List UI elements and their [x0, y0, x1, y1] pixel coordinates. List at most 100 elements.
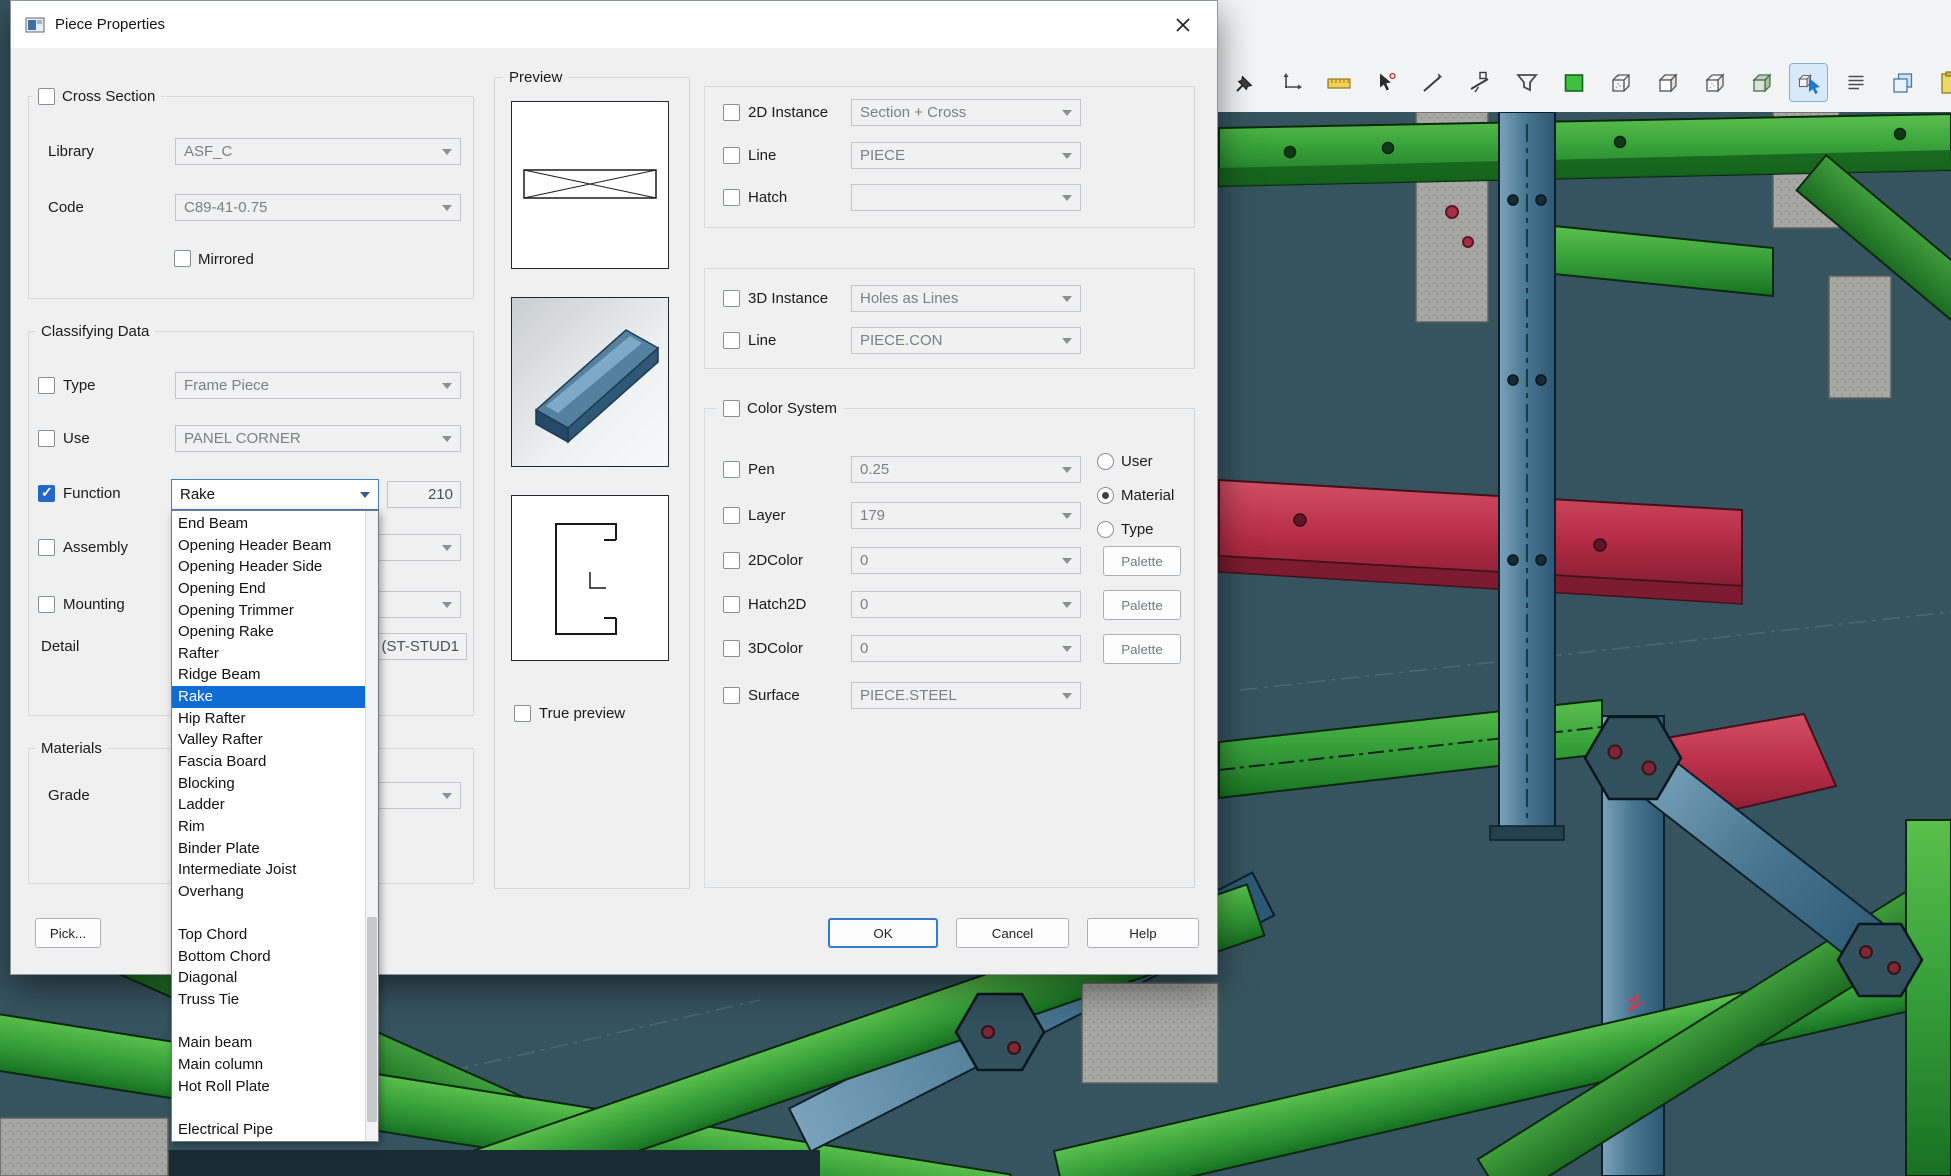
line2d-checkbox[interactable] — [723, 147, 740, 164]
function-option-ladder[interactable]: Ladder — [172, 794, 366, 816]
function-option-opening-end[interactable]: Opening End — [172, 578, 366, 600]
function-option-blank[interactable] — [172, 1097, 366, 1119]
function-option-overhang[interactable]: Overhang — [172, 881, 366, 903]
line3d-select[interactable]: PIECE.CON — [851, 327, 1081, 354]
function-option-blank[interactable] — [172, 1011, 366, 1033]
function-option-blank[interactable] — [172, 903, 366, 925]
offset-reference-icon[interactable] — [1273, 64, 1310, 101]
filter-icon[interactable] — [1508, 64, 1545, 101]
function-option-rafter[interactable]: Rafter — [172, 643, 366, 665]
select-element-icon[interactable] — [1790, 64, 1827, 101]
palette-hatch2d-button[interactable]: Palette — [1103, 590, 1181, 620]
color3d-select[interactable]: 0 — [851, 635, 1081, 662]
color2d-label: 2DColor — [748, 551, 803, 571]
draw-line-icon[interactable] — [1414, 64, 1451, 101]
function-option-intermediate-joist[interactable]: Intermediate Joist — [172, 859, 366, 881]
wireframe-box-icon[interactable] — [1602, 64, 1639, 101]
help-button[interactable]: Help — [1087, 918, 1199, 948]
code-select[interactable]: C89-41-0.75 — [175, 194, 461, 221]
function-option-opening-header-side[interactable]: Opening Header Side — [172, 556, 366, 578]
function-option-ridge-beam[interactable]: Ridge Beam — [172, 664, 366, 686]
cross-section-checkbox[interactable] — [38, 88, 55, 105]
function-option-hip-rafter[interactable]: Hip Rafter — [172, 708, 366, 730]
function-option-main-beam[interactable]: Main beam — [172, 1032, 366, 1054]
ruler-icon[interactable] — [1320, 64, 1357, 101]
function-option-blocking[interactable]: Blocking — [172, 773, 366, 795]
type-select[interactable]: Frame Piece — [175, 372, 461, 399]
color-system-checkbox[interactable] — [723, 400, 740, 417]
layer-select[interactable]: 179 — [851, 502, 1081, 529]
report-list-icon[interactable] — [1837, 64, 1874, 101]
function-dropdown-list[interactable]: End BeamOpening Header BeamOpening Heade… — [171, 510, 379, 1142]
layer-copy-icon[interactable] — [1884, 64, 1921, 101]
hatch-checkbox[interactable] — [723, 189, 740, 206]
ok-button[interactable]: OK — [828, 918, 938, 948]
instance3d-select[interactable]: Holes as Lines — [851, 285, 1081, 312]
pen-select[interactable]: 0.25 — [851, 456, 1081, 483]
color2d-select[interactable]: 0 — [851, 547, 1081, 574]
function-option-rake[interactable]: Rake — [172, 686, 366, 708]
function-option-hot-roll-plate[interactable]: Hot Roll Plate — [172, 1076, 366, 1098]
true-preview-checkbox[interactable] — [514, 705, 531, 722]
type-checkbox[interactable] — [38, 377, 55, 394]
surface-select[interactable]: PIECE.STEEL — [851, 682, 1081, 709]
layer-checkbox[interactable] — [723, 507, 740, 524]
function-option-diagonal[interactable]: Diagonal — [172, 967, 366, 989]
function-option-electrical-pipe[interactable]: Electrical Pipe — [172, 1119, 366, 1141]
clipboard-icon[interactable] — [1931, 64, 1951, 101]
instance3d-checkbox[interactable] — [723, 290, 740, 307]
library-select[interactable]: ASF_C — [175, 138, 461, 165]
function-select[interactable]: Rake — [171, 479, 379, 510]
use-select[interactable]: PANEL CORNER — [175, 425, 461, 452]
pin-icon[interactable] — [1226, 64, 1263, 101]
mirrored-checkbox[interactable] — [174, 250, 191, 267]
hidden-line-box-icon[interactable] — [1696, 64, 1733, 101]
function-option-rim[interactable]: Rim — [172, 816, 366, 838]
pen-value: 0.25 — [860, 461, 1058, 478]
color2d-checkbox[interactable] — [723, 552, 740, 569]
dropdown-scrollbar-thumb[interactable] — [367, 917, 377, 1122]
assembly-checkbox[interactable] — [38, 539, 55, 556]
instance2d-select[interactable]: Section + Cross — [851, 99, 1081, 126]
mounting-checkbox[interactable] — [38, 596, 55, 613]
hatch-select[interactable] — [851, 184, 1081, 211]
function-option-opening-header-beam[interactable]: Opening Header Beam — [172, 535, 366, 557]
function-option-fascia-board[interactable]: Fascia Board — [172, 751, 366, 773]
use-checkbox[interactable] — [38, 430, 55, 447]
shaded-box-icon[interactable] — [1743, 64, 1780, 101]
pick-button[interactable]: Pick... — [35, 918, 101, 948]
instance2d-checkbox[interactable] — [723, 104, 740, 121]
function-code-field[interactable]: 210 — [387, 481, 461, 508]
hatch2d-checkbox[interactable] — [723, 596, 740, 613]
close-icon[interactable] — [1157, 1, 1209, 48]
function-option-top-chord[interactable]: Top Chord — [172, 924, 366, 946]
dropdown-scrollbar[interactable] — [365, 511, 378, 1141]
function-option-bottom-chord[interactable]: Bottom Chord — [172, 946, 366, 968]
line3d-checkbox[interactable] — [723, 332, 740, 349]
trim-line-icon[interactable] — [1461, 64, 1498, 101]
type-radio[interactable] — [1097, 521, 1114, 538]
line2d-select[interactable]: PIECE — [851, 142, 1081, 169]
function-option-main-column[interactable]: Main column — [172, 1054, 366, 1076]
function-option-binder-plate[interactable]: Binder Plate — [172, 838, 366, 860]
function-option-end-beam[interactable]: End Beam — [172, 513, 366, 535]
function-option-opening-rake[interactable]: Opening Rake — [172, 621, 366, 643]
function-option-valley-rafter[interactable]: Valley Rafter — [172, 729, 366, 751]
function-option-opening-trimmer[interactable]: Opening Trimmer — [172, 600, 366, 622]
hatch2d-select[interactable]: 0 — [851, 591, 1081, 618]
palette-2dcolor-button[interactable]: Palette — [1103, 546, 1181, 576]
function-checkbox[interactable] — [38, 485, 55, 502]
surface-checkbox[interactable] — [723, 687, 740, 704]
pen-checkbox[interactable] — [723, 461, 740, 478]
color3d-checkbox[interactable] — [723, 640, 740, 657]
chevron-down-icon — [1062, 296, 1072, 302]
user-radio[interactable] — [1097, 453, 1114, 470]
select-snap-icon[interactable] — [1367, 64, 1404, 101]
function-option-truss-tie[interactable]: Truss Tie — [172, 989, 366, 1011]
palette-3dcolor-button[interactable]: Palette — [1103, 634, 1181, 664]
material-radio[interactable] — [1097, 487, 1114, 504]
shaded-face-icon[interactable] — [1555, 64, 1592, 101]
dialog-titlebar[interactable]: Piece Properties — [11, 1, 1217, 48]
cancel-button[interactable]: Cancel — [956, 918, 1069, 948]
solid-box-icon[interactable] — [1649, 64, 1686, 101]
